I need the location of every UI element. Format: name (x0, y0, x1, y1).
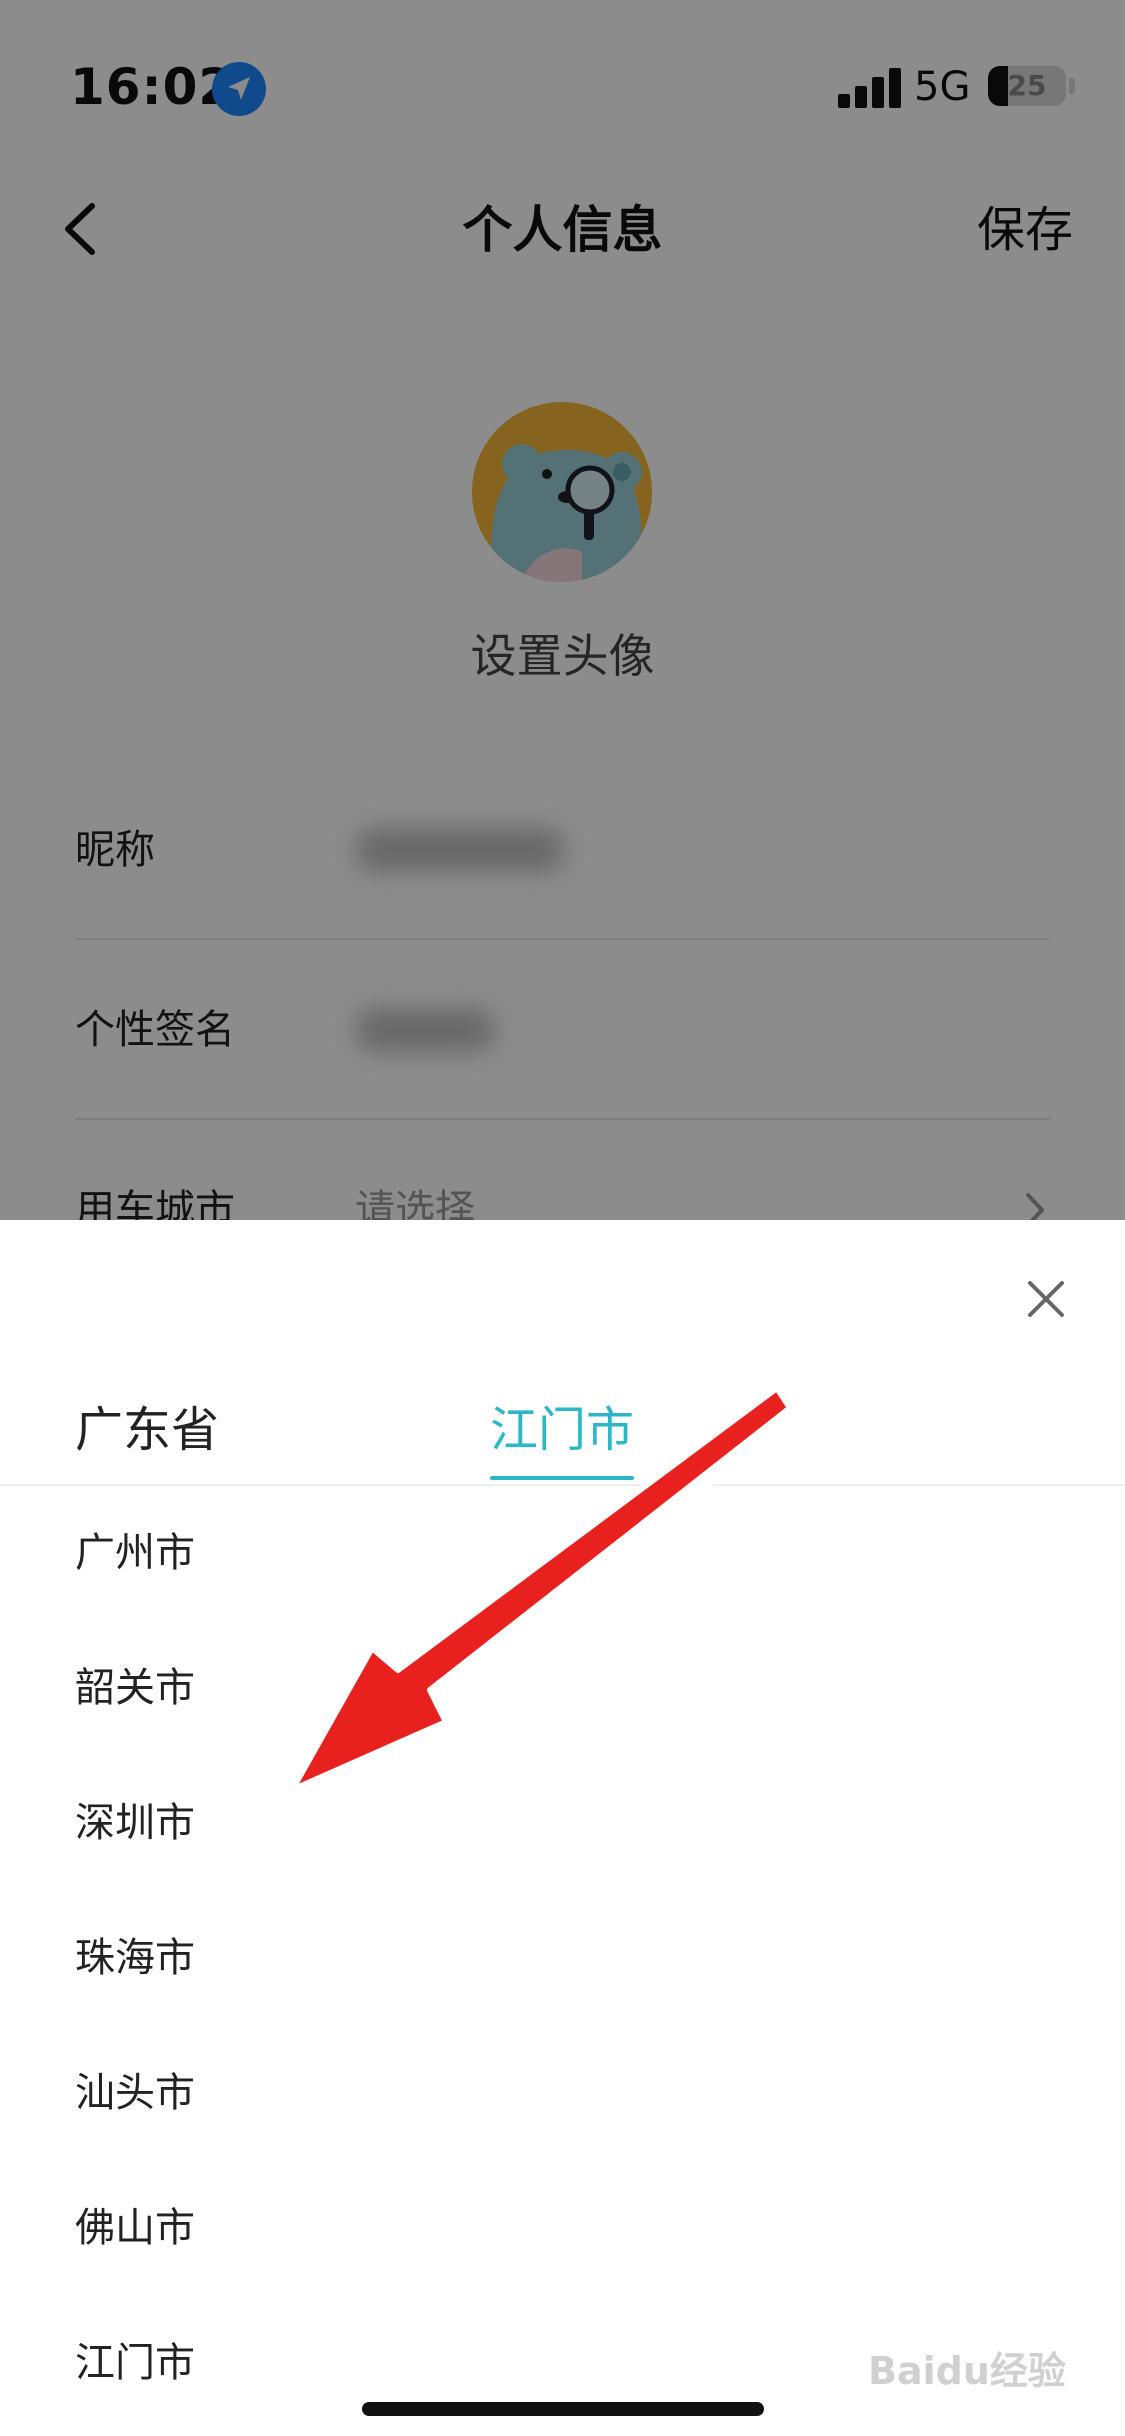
tab-province[interactable]: 广东省 (75, 1380, 219, 1480)
list-item[interactable]: 韶关市 (0, 1621, 1125, 1756)
tab-city[interactable]: 江门市 (490, 1380, 634, 1480)
city-label: 韶关市 (75, 1665, 195, 1711)
list-item[interactable]: 汕头市 (0, 2026, 1125, 2161)
city-label: 佛山市 (75, 2205, 195, 2251)
home-indicator[interactable] (362, 2402, 764, 2416)
list-item[interactable]: 珠海市 (0, 1891, 1125, 2026)
city-label: 汕头市 (75, 2070, 195, 2116)
city-list: 广州市 韶关市 深圳市 珠海市 汕头市 佛山市 江门市 (0, 1486, 1125, 2431)
city-label: 江门市 (75, 2340, 195, 2386)
city-label: 深圳市 (75, 1800, 195, 1846)
tab-selected-indicator (490, 1476, 634, 1480)
close-icon (1028, 1281, 1064, 1317)
picker-tabs: 广东省 江门市 (0, 1380, 1125, 1484)
list-item[interactable]: 佛山市 (0, 2161, 1125, 2296)
list-item[interactable]: 深圳市 (0, 1756, 1125, 1891)
list-item[interactable]: 广州市 (0, 1486, 1125, 1621)
modal-overlay[interactable] (0, 0, 1125, 1220)
close-button[interactable] (1022, 1275, 1070, 1323)
city-label: 珠海市 (75, 1935, 195, 1981)
city-label: 广州市 (75, 1530, 195, 1576)
watermark: Baidu经验 (868, 2349, 1066, 2393)
city-picker-sheet: 广东省 江门市 广州市 韶关市 深圳市 珠海市 汕头市 佛山市 江门市 Baid… (0, 1220, 1125, 2436)
